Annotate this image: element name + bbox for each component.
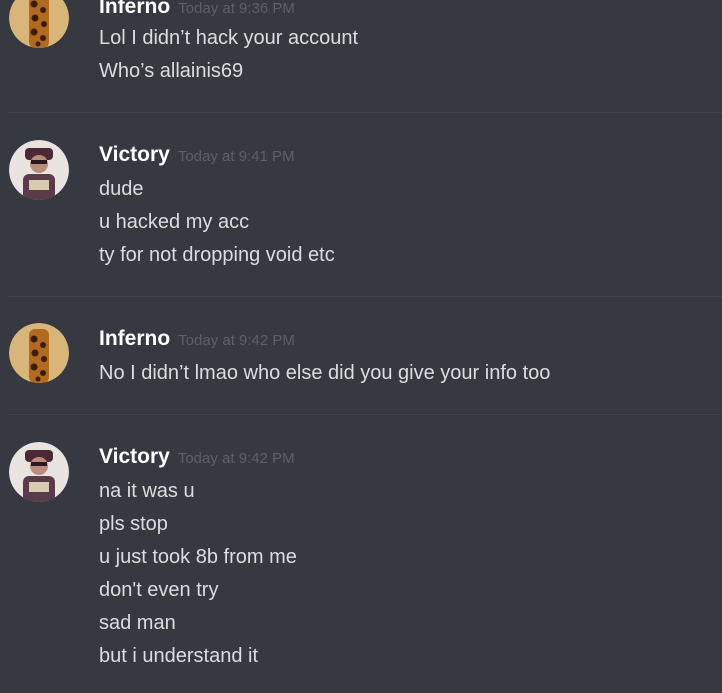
message-line: pls stop: [99, 513, 168, 535]
message-header: Victory Today at 9:41 PM: [99, 143, 295, 169]
message-header: Victory Today at 9:42 PM: [99, 445, 295, 471]
message-header: Inferno Today at 9:36 PM: [99, 0, 295, 21]
message-line: ty for not dropping void etc: [99, 244, 335, 266]
timestamp: Today at 9:36 PM: [178, 0, 295, 17]
timestamp: Today at 9:42 PM: [178, 332, 295, 349]
username[interactable]: Inferno: [99, 0, 170, 18]
message-line: u just took 8b from me: [99, 546, 297, 568]
message-line: Who’s allainis69: [99, 60, 244, 82]
victory-avatar-icon[interactable]: [9, 140, 69, 200]
message-line: No I didn’t lmao who else did you give y…: [99, 362, 551, 384]
message-header: Inferno Today at 9:42 PM: [99, 327, 295, 353]
username[interactable]: Inferno: [99, 327, 170, 350]
victory-avatar-icon[interactable]: [9, 442, 69, 502]
timestamp: Today at 9:41 PM: [177, 148, 295, 165]
message-divider: [8, 112, 722, 113]
message-divider: [8, 414, 722, 415]
message-line: but i understand it: [99, 645, 258, 667]
chat-messages: Inferno Today at 9:36 PM Lol I didn’t hac…: [0, 0, 722, 693]
message-line: Lol I didn’t hack your account: [99, 27, 359, 49]
message-line: sad man: [99, 612, 176, 634]
username[interactable]: Victory: [99, 445, 170, 468]
message-divider: [8, 296, 722, 297]
message-line: don't even try: [99, 579, 219, 601]
message-line: u hacked my acc: [99, 211, 250, 233]
username[interactable]: Victory: [99, 143, 170, 166]
message-line: dude: [99, 178, 144, 200]
inferno-avatar-icon[interactable]: [9, 0, 69, 48]
inferno-avatar-icon[interactable]: [9, 323, 69, 383]
timestamp: Today at 9:42 PM: [177, 450, 295, 467]
message-line: na it was u: [99, 480, 195, 502]
